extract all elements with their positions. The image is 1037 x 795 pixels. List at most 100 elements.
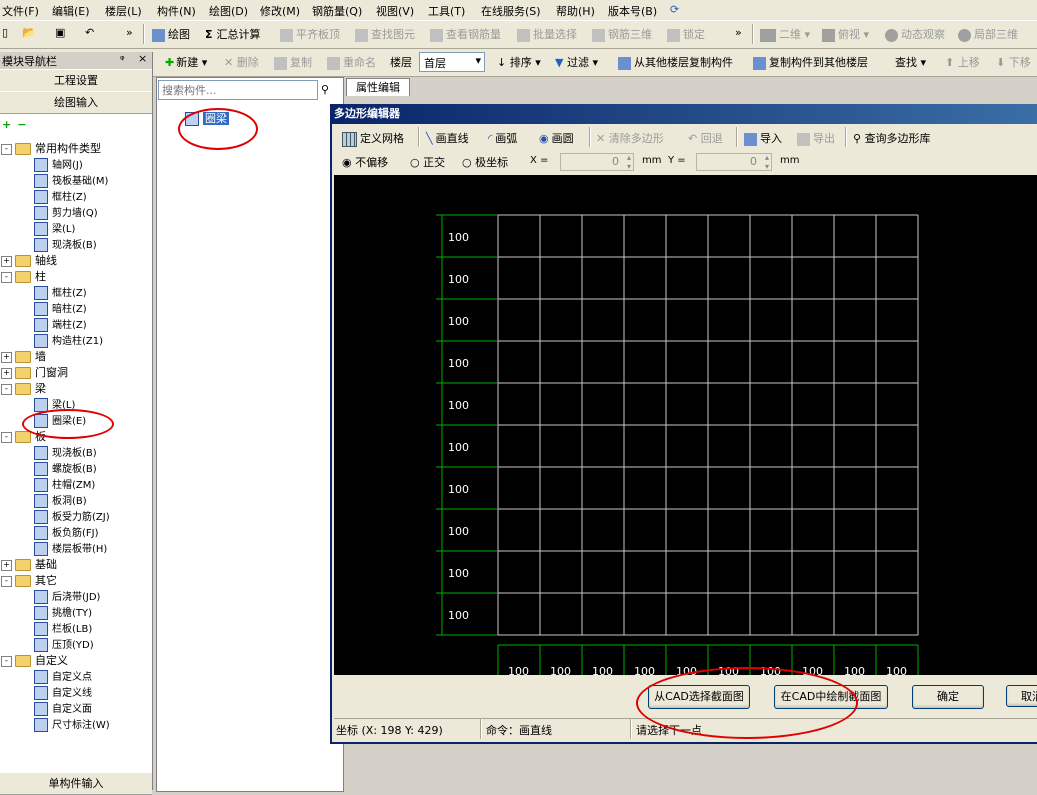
single-input-button[interactable]: 单构件输入 bbox=[0, 772, 152, 795]
menu-item[interactable]: 视图(V) bbox=[376, 3, 414, 19]
find-dropdown[interactable]: 查找 ▾ bbox=[895, 54, 926, 70]
define-grid-button[interactable]: 定义网格 bbox=[342, 130, 404, 147]
tree-folder[interactable]: + 基础 bbox=[1, 557, 57, 573]
toolbar-overflow-icon[interactable]: » bbox=[126, 26, 133, 39]
delete-button[interactable]: ✕ 删除 bbox=[224, 54, 259, 70]
tree-item[interactable]: 尺寸标注(W) bbox=[34, 717, 110, 733]
expand-icon[interactable]: + bbox=[1, 351, 12, 363]
rebar-3d-button[interactable]: 钢筋三维 bbox=[592, 26, 652, 42]
query-library-button[interactable]: ⚲ 查询多边形库 bbox=[853, 130, 931, 146]
tree-item[interactable]: 剪力墙(Q) bbox=[34, 205, 98, 221]
project-settings-button[interactable]: 工程设置 bbox=[0, 69, 152, 92]
pin-icon[interactable]: ᵠ bbox=[120, 53, 125, 66]
find-element-button[interactable]: 查找图元 bbox=[355, 26, 415, 42]
tree-item[interactable]: 板负筋(FJ) bbox=[34, 525, 99, 541]
y-input[interactable]: 0 ▴ ▾ bbox=[696, 153, 772, 171]
new-file-icon[interactable]: ▯ bbox=[2, 26, 8, 39]
menu-item[interactable]: 绘图(D) bbox=[209, 3, 248, 19]
tree-folder[interactable]: -梁 bbox=[1, 381, 46, 397]
drawing-input-button[interactable]: 绘图输入 bbox=[0, 91, 152, 114]
search-icon[interactable]: ⚲ bbox=[321, 83, 329, 96]
top-view-dropdown[interactable]: 俯视 ▾ bbox=[822, 26, 869, 42]
dynamic-view-button[interactable]: 动态观察 bbox=[885, 26, 945, 42]
tree-item[interactable]: 现浇板(B) bbox=[34, 237, 97, 253]
move-down-button[interactable]: ⬇ 下移 bbox=[996, 54, 1031, 70]
move-up-button[interactable]: ⬆ 上移 bbox=[945, 54, 980, 70]
tree-item[interactable]: 自定义面 bbox=[34, 701, 92, 717]
tree-folder[interactable]: -柱 bbox=[1, 269, 46, 285]
tree-item[interactable]: 梁(L) bbox=[34, 221, 75, 237]
tree-item[interactable]: 后浇带(JD) bbox=[34, 589, 100, 605]
tree-item[interactable]: 板洞(B) bbox=[34, 493, 87, 509]
expand-icon[interactable]: + bbox=[1, 367, 12, 379]
tree-item[interactable]: 挑檐(TY) bbox=[34, 605, 92, 621]
close-icon[interactable]: × bbox=[138, 52, 147, 65]
copy-button[interactable]: 复制 bbox=[274, 54, 312, 70]
tree-item[interactable]: 自定义线 bbox=[34, 685, 92, 701]
menu-item[interactable]: 工具(T) bbox=[428, 3, 465, 19]
copy-to-floor-button[interactable]: 复制构件到其他楼层 bbox=[753, 54, 868, 70]
collapse-icon[interactable]: - bbox=[1, 431, 12, 443]
mode-ortho-radio[interactable]: ○ 正交 bbox=[410, 154, 445, 170]
tree-folder[interactable]: + 轴线 bbox=[1, 253, 57, 269]
collapse-icon[interactable]: - bbox=[1, 383, 12, 395]
tree-item[interactable]: 框柱(Z) bbox=[34, 285, 87, 301]
tree-folder[interactable]: - 自定义 bbox=[1, 653, 68, 669]
expand-all-icon[interactable]: + − bbox=[2, 118, 26, 131]
tree-item[interactable]: 现浇板(B) bbox=[34, 445, 97, 461]
clear-polygon-button[interactable]: ✕ 清除多边形 bbox=[596, 130, 664, 146]
draw-arc-button[interactable]: ◜ 画弧 bbox=[488, 130, 517, 146]
menu-item[interactable]: 构件(N) bbox=[157, 3, 196, 19]
drawing-canvas[interactable]: 100 100 100 100 100 100 100 100 100 100 100 100 100 1… bbox=[334, 175, 1037, 675]
undo-icon[interactable]: ↶ bbox=[85, 26, 94, 39]
sort-dropdown[interactable]: ↓ 排序 ▾ bbox=[497, 54, 541, 70]
tree-item[interactable]: 楼层板带(H) bbox=[34, 541, 107, 557]
open-file-icon[interactable]: 📂 bbox=[22, 26, 36, 39]
filter-dropdown[interactable]: ▼ 过滤 ▾ bbox=[555, 54, 598, 70]
expand-icon[interactable]: + bbox=[1, 255, 12, 267]
tree-item[interactable]: 轴网(J) bbox=[34, 157, 83, 173]
menu-item[interactable]: 修改(M) bbox=[260, 3, 300, 19]
tree-item[interactable]: 栏板(LB) bbox=[34, 621, 92, 637]
toolbar1-overflow-icon[interactable]: » bbox=[735, 26, 742, 39]
online-update-icon[interactable]: ⟳ bbox=[670, 3, 679, 16]
menu-item[interactable]: 钢筋量(Q) bbox=[312, 3, 362, 19]
mode-no-offset-radio[interactable]: ◉ 不偏移 bbox=[342, 154, 388, 170]
menu-item[interactable]: 编辑(E) bbox=[52, 3, 90, 19]
collapse-icon[interactable]: - bbox=[1, 143, 12, 155]
flush-slab-button[interactable]: 平齐板顶 bbox=[280, 26, 340, 42]
x-input[interactable]: 0 ▴ ▾ bbox=[560, 153, 634, 171]
draw-button[interactable]: 绘图 bbox=[152, 26, 190, 42]
collapse-icon[interactable]: - bbox=[1, 655, 12, 667]
export-button[interactable]: 导出 bbox=[797, 130, 835, 146]
tree-item[interactable]: 自定义点 bbox=[34, 669, 92, 685]
tree-item[interactable]: 端柱(Z) bbox=[34, 317, 87, 333]
mode-polar-radio[interactable]: ○ 极坐标 bbox=[462, 154, 508, 170]
tree-folder[interactable]: + 墙 bbox=[1, 349, 46, 365]
tree-item[interactable]: 压顶(YD) bbox=[34, 637, 94, 653]
tree-item[interactable]: 柱帽(ZM) bbox=[34, 477, 95, 493]
tree-folder[interactable]: - 常用构件类型 bbox=[1, 141, 101, 157]
menu-item[interactable]: 版本号(B) bbox=[608, 3, 657, 19]
copy-from-floor-button[interactable]: 从其他楼层复制构件 bbox=[618, 54, 733, 70]
draw-line-button[interactable]: ╲ 画直线 bbox=[426, 130, 469, 146]
expand-icon[interactable]: + bbox=[1, 559, 12, 571]
menu-item[interactable]: 帮助(H) bbox=[556, 3, 595, 19]
rename-button[interactable]: 重命名 bbox=[327, 54, 376, 70]
view-2d-dropdown[interactable]: 二维 ▾ bbox=[760, 26, 810, 42]
menu-item[interactable]: 楼层(L) bbox=[105, 3, 142, 19]
draw-circle-button[interactable]: ◉ 画圆 bbox=[539, 130, 574, 146]
save-icon[interactable]: ▣ bbox=[55, 26, 65, 39]
tree-folder[interactable]: - 其它 bbox=[1, 573, 57, 589]
tab-properties[interactable]: 属性编辑 bbox=[346, 78, 410, 96]
menu-item[interactable]: 文件(F) bbox=[2, 3, 39, 19]
lock-button[interactable]: 锁定 bbox=[667, 26, 705, 42]
undo-button[interactable]: ↶ 回退 bbox=[688, 130, 723, 146]
tree-item[interactable]: 框柱(Z) bbox=[34, 189, 87, 205]
tree-item[interactable]: 构造柱(Z1) bbox=[34, 333, 103, 349]
tree-item[interactable]: 暗柱(Z) bbox=[34, 301, 87, 317]
tree-item[interactable]: 螺旋板(B) bbox=[34, 461, 97, 477]
search-input[interactable] bbox=[158, 80, 318, 100]
sum-calc-button[interactable]: Σ 汇总计算 bbox=[205, 26, 261, 42]
view-rebar-button[interactable]: 查看钢筋量 bbox=[430, 26, 501, 42]
